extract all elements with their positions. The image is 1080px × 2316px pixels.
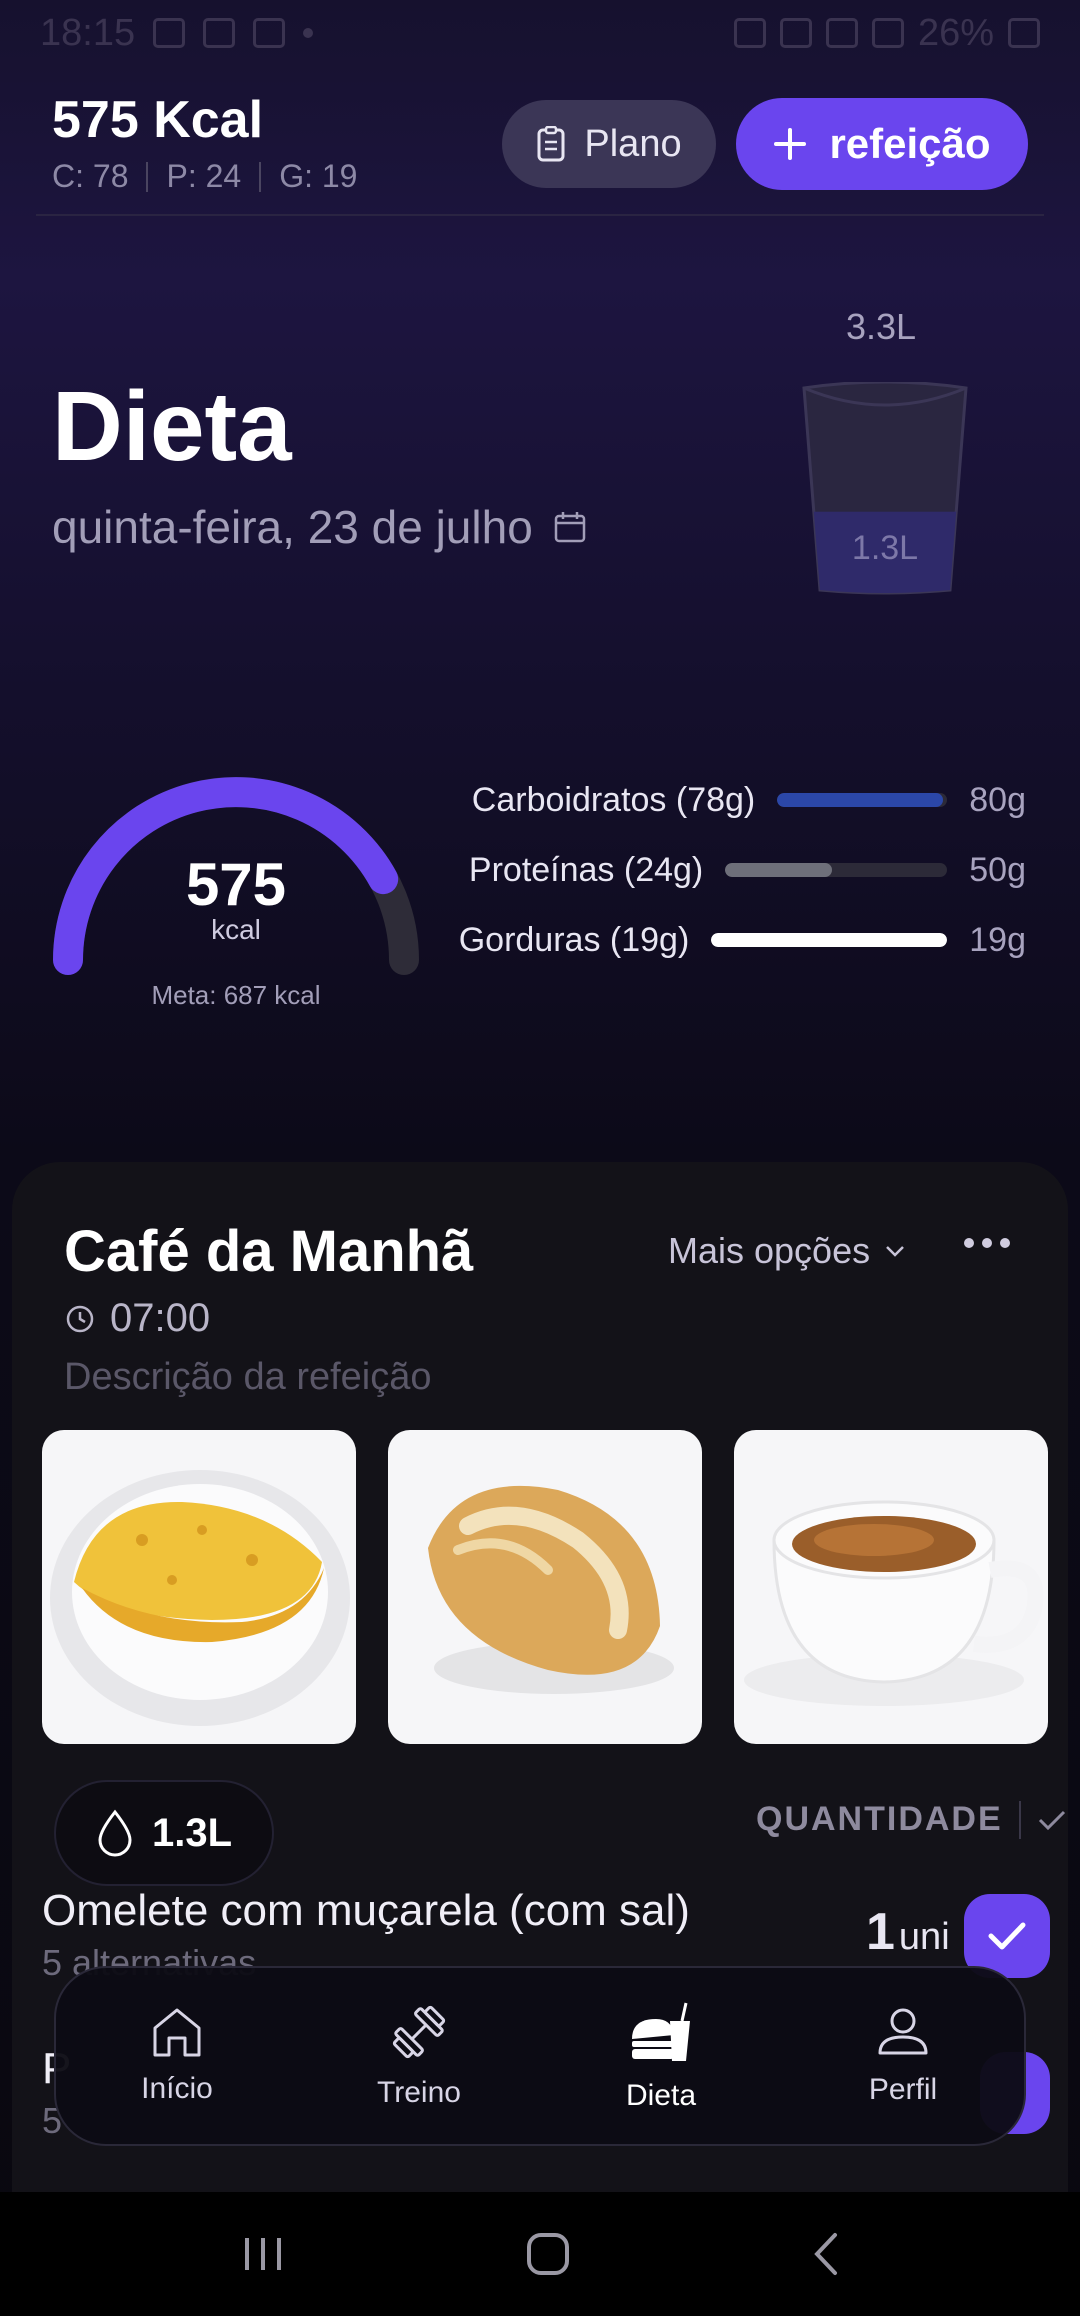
status-bar: 18:15 26% <box>0 0 1080 66</box>
macro-label: Carboidratos (78g) <box>471 780 756 819</box>
food-image-coffee[interactable] <box>734 1430 1048 1744</box>
signal-icon <box>871 18 904 48</box>
calendar-icon <box>554 512 586 543</box>
nav-item-dieta[interactable]: Dieta <box>540 1968 782 2144</box>
home-icon <box>153 2008 201 2057</box>
quantity-header: QUANTIDADE <box>756 1800 1067 1839</box>
header-divider <box>36 214 1044 216</box>
macro-bar-fill <box>777 793 944 807</box>
nav-item-perfil[interactable]: Perfil <box>782 1968 1024 2144</box>
total-kcal: 575 Kcal <box>52 91 264 149</box>
carbs-summary: C: 78 <box>52 158 129 194</box>
calorie-value: 575 <box>185 851 287 918</box>
bottom-navigation: Início Treino Dieta Perfil <box>54 1966 1026 2146</box>
protein-summary: P: 24 <box>166 158 242 194</box>
macro-summary: C: 78 P: 24 G: 19 <box>52 158 357 195</box>
gmail-icon <box>153 18 186 48</box>
nav-label: Início <box>141 2072 213 2105</box>
macro-bar-fill <box>725 863 832 877</box>
meal-description[interactable]: Descrição da refeição <box>64 1356 432 1399</box>
user-icon <box>878 2008 928 2055</box>
clipboard-icon <box>537 126 565 162</box>
app-notification-icon <box>253 18 286 48</box>
system-navigation-bar <box>0 2192 1080 2316</box>
macro-label: Gorduras (19g) <box>458 920 690 959</box>
chevron-down-icon <box>886 1246 904 1257</box>
lock-icon <box>733 18 766 48</box>
back-icon[interactable] <box>809 2231 841 2277</box>
food-quantity-value: 1 <box>866 1903 895 1961</box>
plus-icon <box>774 128 807 160</box>
date-selector[interactable]: quinta-feira, 23 de julho <box>52 500 587 554</box>
home-button-icon[interactable] <box>525 2231 571 2277</box>
more-options-label: Mais opções <box>668 1230 871 1271</box>
meal-time: 07:00 <box>64 1296 210 1341</box>
divider <box>259 161 262 192</box>
macro-row-fat: Gorduras (19g) 19g <box>459 918 1026 962</box>
nav-label: Treino <box>377 2076 461 2109</box>
add-meal-label: refeição <box>829 120 991 167</box>
gallery-icon <box>203 18 236 48</box>
food-quantity-unit: uni <box>898 1916 950 1958</box>
macro-bar <box>725 863 948 877</box>
calorie-unit: kcal <box>211 914 261 945</box>
macro-bar-fill <box>711 933 948 947</box>
water-current: 1.3L <box>852 529 918 567</box>
water-drop-icon <box>98 1809 132 1857</box>
page-title: Dieta <box>52 371 292 481</box>
food-name[interactable]: Omelete com muçarela (com sal) <box>42 1886 690 1936</box>
plan-button-label: Plano <box>584 122 682 165</box>
dumbbell-icon <box>392 2005 446 2059</box>
clock-icon <box>66 1305 94 1332</box>
macro-label: Proteínas (24g) <box>468 850 704 889</box>
add-meal-button[interactable]: refeição <box>736 98 1028 190</box>
battery-icon <box>1008 18 1040 48</box>
macro-goal: 80g <box>969 780 1026 819</box>
wifi-icon <box>825 18 858 48</box>
nav-label: Perfil <box>868 2073 938 2106</box>
nav-label: Dieta <box>625 2079 697 2112</box>
recent-apps-icon[interactable] <box>239 2234 287 2274</box>
macro-goal: 50g <box>969 850 1026 889</box>
water-goal: 3.3L <box>846 306 917 347</box>
quantity-header-label: QUANTIDADE <box>756 1800 1003 1838</box>
current-date: quinta-feira, 23 de julho <box>52 501 533 553</box>
check-icon[interactable] <box>1037 1808 1067 1832</box>
food-image-omelete[interactable] <box>42 1430 356 1744</box>
status-time: 18:15 <box>40 11 136 54</box>
macro-bar <box>711 933 948 947</box>
fat-summary: G: 19 <box>279 158 358 194</box>
water-cup[interactable]: 1.3L <box>800 382 970 598</box>
water-intake-chip[interactable]: 1.3L <box>54 1780 274 1886</box>
more-menu-icon[interactable] <box>964 1238 1010 1248</box>
more-options-dropdown[interactable]: Mais opções <box>668 1230 906 1272</box>
food-icon <box>632 2002 690 2061</box>
macro-row-protein: Proteínas (24g) 50g <box>469 848 1026 892</box>
divider <box>146 161 149 192</box>
more-notifications-icon <box>303 28 314 38</box>
meal-title: Café da Manhã <box>64 1219 474 1284</box>
alarm-icon <box>779 18 812 48</box>
macro-goal: 19g <box>969 920 1026 959</box>
macro-bar <box>777 793 948 807</box>
nav-item-inicio[interactable]: Início <box>56 1968 298 2144</box>
meal-time-value: 07:00 <box>110 1296 211 1340</box>
food-image-bread[interactable] <box>388 1430 702 1744</box>
food-quantity[interactable]: 1 uni <box>866 1902 950 1962</box>
divider <box>1018 1800 1021 1839</box>
macro-row-carbs: Carboidratos (78g) 80g <box>472 778 1026 822</box>
nav-item-treino[interactable]: Treino <box>298 1968 540 2144</box>
water-intake-value: 1.3L <box>151 1810 233 1855</box>
checkmark-icon <box>988 1922 1026 1950</box>
battery-level: 26% <box>917 11 994 54</box>
plan-button[interactable]: Plano <box>502 100 716 188</box>
app-header: 575 Kcal C: 78 P: 24 G: 19 Plano refeiçã… <box>0 66 1080 216</box>
calorie-goal: Meta: 687 kcal <box>151 980 321 1010</box>
